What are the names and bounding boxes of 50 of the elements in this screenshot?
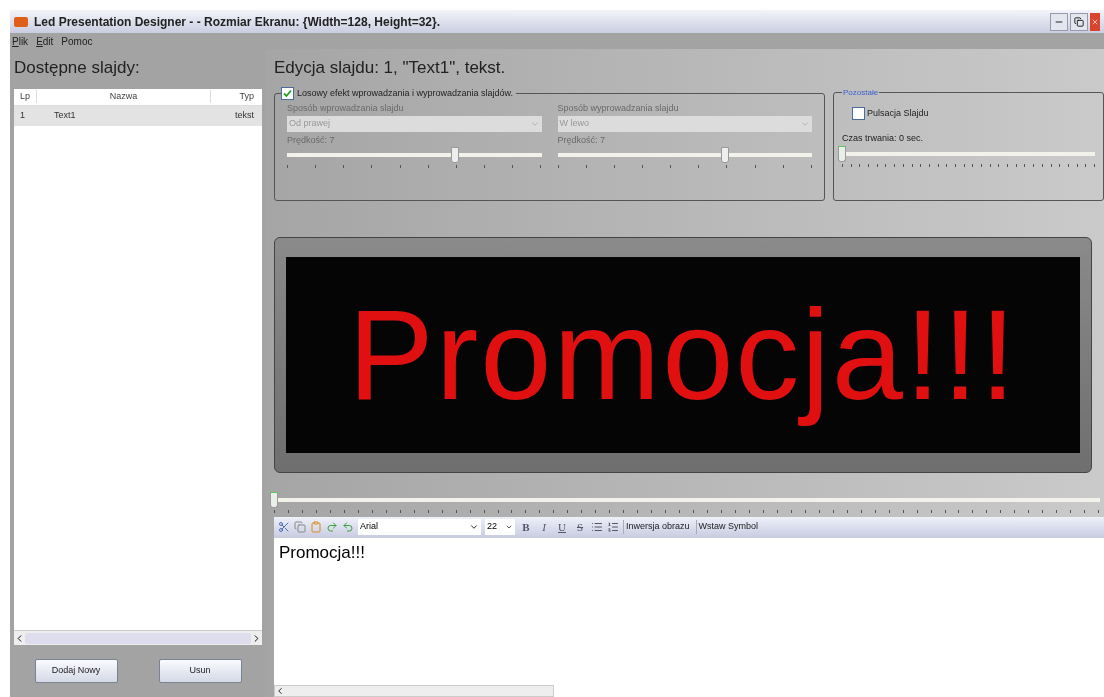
undo-icon [342,521,354,533]
column-header[interactable]: Typ [211,89,262,104]
horizontal-scrollbar[interactable] [274,685,554,697]
column-header[interactable]: Nazwa [36,89,211,104]
text-editor[interactable]: Promocja!!! [274,537,1104,685]
font-select[interactable]: Arial [358,519,481,535]
table-cell-text: tekst [234,108,255,122]
restore-icon [1074,16,1084,27]
restore-button[interactable] [1070,12,1088,31]
led-text: Promocja!!! [348,281,1018,428]
format-button[interactable]: B [519,518,533,536]
slider-thumb[interactable] [838,145,846,162]
panel-button[interactable]: Dodaj Nowy [34,659,118,683]
size-select[interactable]: 22 [485,519,515,535]
checkbox-label[interactable]: Pulsacja Slajdu [867,106,929,120]
group-title: Pozostałe [842,86,880,99]
menu-item[interactable]: Edit [36,33,54,49]
menu-item[interactable]: Plik [12,33,29,49]
horizontal-scrollbar[interactable] [14,630,262,645]
copy-icon [294,521,306,533]
app-icon [14,16,28,27]
paste-icon [310,521,322,533]
menu-item[interactable]: Pomoc [61,33,93,49]
table-cell-text: 1 [19,108,26,122]
panel-button[interactable]: Usun [158,659,242,683]
scroll-left-icon [275,686,285,696]
toolbar-button[interactable]: Inwersja obrazu [623,520,692,534]
speed-label: Prędkość: 7 [557,133,607,147]
checkbox[interactable] [852,106,865,120]
scroll-right-icon [251,632,262,644]
editor-title: Edycja slajdu: 1, "Text1", tekst. [274,57,507,79]
format-button[interactable]: I [537,518,551,536]
duration-label: Czas trwania: 0 sec. [842,132,925,145]
slider-thumb[interactable] [270,491,278,508]
numbered-list-icon [607,521,619,533]
format-button[interactable]: U [555,518,569,536]
column-header[interactable]: Lp [14,89,36,104]
panel-title: Dostępne slajdy: [14,57,141,79]
table-row[interactable]: 1 Text1 tekst [14,105,262,126]
redo-icon [326,521,338,533]
table-cell-text: Text1 [53,108,77,122]
format-button[interactable]: S [573,518,587,536]
close-button[interactable] [1090,12,1100,31]
checkbox[interactable] [281,86,294,100]
window-title: Led Presentation Designer - - Rozmiar Ekranu: {Width=128, Height=32}. [34,13,440,31]
cut-icon [278,521,290,533]
field-label: Sposób wyprowadzania slajdu [557,102,680,115]
close-icon [1091,17,1099,26]
bullet-list-icon [591,521,603,533]
toolbar-button[interactable]: Wstaw Symbol [695,520,761,534]
